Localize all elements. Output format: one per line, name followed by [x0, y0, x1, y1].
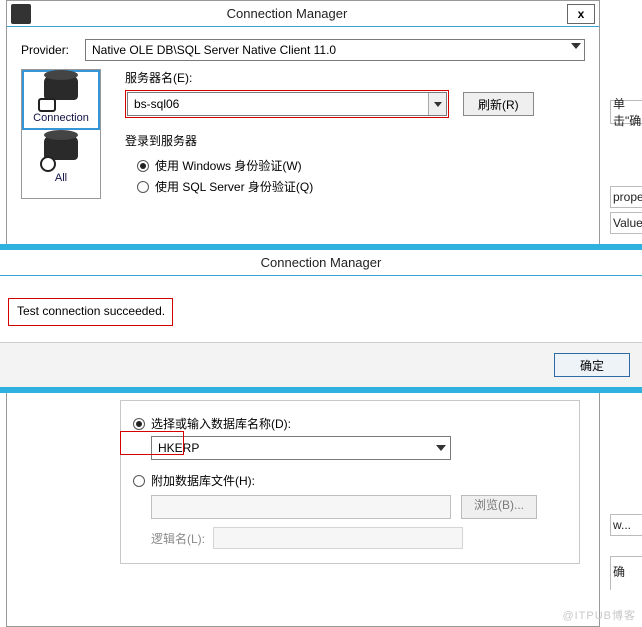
- occluded-fragment: 确: [610, 556, 642, 590]
- occluded-fragment: w...: [610, 514, 642, 536]
- refresh-button[interactable]: 刷新(R): [463, 92, 534, 116]
- radio-attach-db[interactable]: 附加数据库文件(H):: [133, 472, 567, 489]
- auth-group-label: 登录到服务器: [125, 132, 585, 149]
- database-combobox[interactable]: HKERP: [151, 436, 451, 460]
- close-icon: x: [578, 7, 585, 21]
- logical-name-label: 逻辑名(L):: [151, 530, 205, 547]
- popup-title: Connection Manager: [0, 250, 642, 276]
- radio-icon: [133, 418, 145, 430]
- provider-select[interactable]: Native OLE DB\SQL Server Native Client 1…: [85, 39, 585, 61]
- server-highlight: [125, 90, 449, 118]
- provider-label: Provider:: [21, 43, 85, 57]
- chevron-down-icon: [436, 445, 446, 451]
- ok-button[interactable]: 确定: [554, 353, 630, 377]
- database-section: 选择或输入数据库名称(D): HKERP 附加数据库文件(H): 浏览(B)..…: [120, 400, 580, 564]
- radio-icon: [133, 475, 145, 487]
- occluded-fragment: Value: [610, 212, 642, 234]
- sidebar-item-label: Connection: [24, 112, 98, 124]
- chevron-down-icon: [571, 43, 581, 49]
- radio-icon: [137, 181, 149, 193]
- app-icon: [11, 4, 31, 24]
- logical-name-input: [213, 527, 463, 549]
- database-fieldset: 选择或输入数据库名称(D): HKERP 附加数据库文件(H): 浏览(B)..…: [120, 400, 580, 564]
- sidebar-item-label: All: [22, 172, 100, 184]
- browse-button: 浏览(B)...: [461, 495, 537, 519]
- radio-icon: [137, 160, 149, 172]
- radio-label: 使用 Windows 身份验证(W): [155, 157, 302, 174]
- database-settings-icon: [38, 136, 84, 172]
- server-input[interactable]: [128, 93, 428, 115]
- database-value: HKERP: [158, 441, 199, 455]
- sidebar: Connection All: [21, 69, 101, 199]
- database-icon: [38, 76, 84, 112]
- radio-select-db[interactable]: 选择或输入数据库名称(D):: [133, 415, 567, 432]
- test-connection-popup: Connection Manager Test connection succe…: [0, 244, 642, 393]
- radio-label: 附加数据库文件(H):: [151, 472, 255, 489]
- success-message: Test connection succeeded.: [9, 304, 165, 318]
- server-combobox[interactable]: [127, 92, 447, 116]
- provider-row: Provider: Native OLE DB\SQL Server Nativ…: [7, 27, 599, 69]
- titlebar: Connection Manager x: [7, 1, 599, 27]
- connection-form: 服务器名(E): 刷新(R) 登录到服务器 使用 Windows 身份验证(W)…: [101, 69, 585, 199]
- dialog-body: Connection All 服务器名(E): 刷新(R) 登录到服务器: [7, 69, 599, 199]
- occluded-fragment: 单击"确: [610, 100, 642, 124]
- attach-file-input: [151, 495, 451, 519]
- occluded-fragment: prope: [610, 186, 642, 208]
- server-label: 服务器名(E):: [125, 69, 585, 86]
- watermark: @ITPUB博客: [562, 607, 636, 623]
- radio-label: 选择或输入数据库名称(D):: [151, 415, 291, 432]
- radio-label: 使用 SQL Server 身份验证(Q): [155, 178, 313, 195]
- radio-sql-auth[interactable]: 使用 SQL Server 身份验证(Q): [137, 178, 585, 195]
- provider-value: Native OLE DB\SQL Server Native Client 1…: [92, 43, 336, 57]
- radio-windows-auth[interactable]: 使用 Windows 身份验证(W): [137, 157, 585, 174]
- dialog-title: Connection Manager: [31, 6, 567, 21]
- server-dropdown-button[interactable]: [428, 93, 446, 115]
- popup-footer: 确定: [0, 342, 642, 387]
- sidebar-item-all[interactable]: All: [22, 130, 100, 190]
- success-highlight: Test connection succeeded.: [8, 298, 173, 326]
- close-button[interactable]: x: [567, 4, 595, 24]
- chevron-down-icon: [434, 102, 442, 107]
- sidebar-item-connection[interactable]: Connection: [22, 70, 100, 130]
